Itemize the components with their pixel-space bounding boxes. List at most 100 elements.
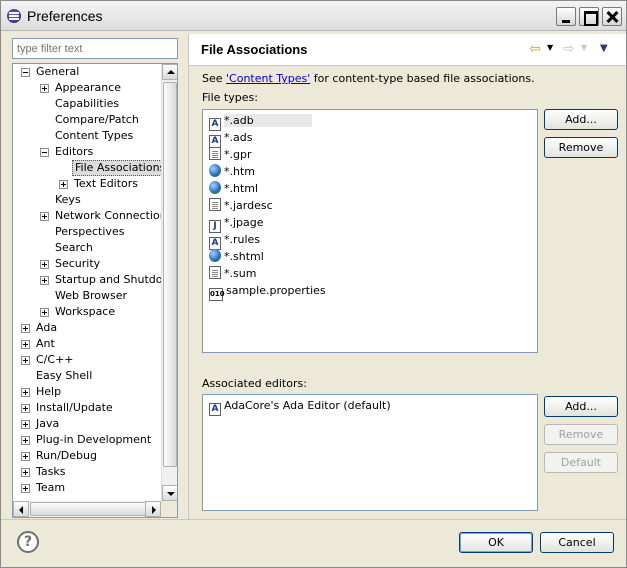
list-item[interactable]: A *.adb: [209, 112, 312, 131]
tree-item[interactable]: Network Connections: [13, 208, 161, 224]
list-item[interactable]: A *.ads: [209, 129, 252, 148]
collapse-icon[interactable]: [21, 68, 30, 77]
tree-item[interactable]: Perspectives: [13, 224, 161, 240]
list-item[interactable]: *.html: [209, 180, 258, 197]
list-item[interactable]: *.gpr: [209, 146, 251, 163]
tree-item[interactable]: Keys: [13, 192, 161, 208]
list-item[interactable]: 010sample.properties: [209, 282, 326, 301]
tree-vertical-scrollbar[interactable]: [161, 64, 177, 501]
tree-item[interactable]: Security: [13, 256, 161, 272]
expand-icon[interactable]: [21, 324, 30, 333]
add-file-type-label: Add...: [565, 113, 597, 126]
tree-item[interactable]: C/C++: [13, 352, 161, 368]
preference-tree[interactable]: General Appearance Capabilities Compare/Pat…: [12, 63, 178, 518]
tree-item[interactable]: Ada: [13, 320, 161, 336]
tree-item[interactable]: Text Editors: [13, 176, 161, 192]
list-item[interactable]: *.shtml: [209, 248, 264, 265]
tree-item[interactable]: Help: [13, 384, 161, 400]
close-button[interactable]: [602, 7, 622, 26]
add-file-type-button[interactable]: Add...: [544, 109, 618, 130]
list-item[interactable]: A *.rules: [209, 231, 260, 250]
list-item[interactable]: *.jardesc: [209, 197, 273, 214]
scroll-left-button[interactable]: [13, 501, 29, 517]
cancel-button[interactable]: Cancel: [540, 532, 614, 553]
tree-item[interactable]: Web Browser: [13, 288, 161, 304]
tree-item[interactable]: General: [13, 64, 161, 80]
tree-horizontal-scrollbar[interactable]: [13, 501, 161, 517]
tree-item[interactable]: Java: [13, 416, 161, 432]
expand-icon[interactable]: [21, 388, 30, 397]
page-header: File Associations ⇦ ▼ ⇨ ▼ ▼: [189, 34, 626, 66]
expand-icon[interactable]: [40, 276, 49, 285]
tree-item-label: Easy Shell: [36, 369, 93, 382]
back-arrow-icon[interactable]: ⇦: [529, 41, 541, 57]
scroll-up-button[interactable]: [162, 64, 177, 80]
ok-button[interactable]: OK: [459, 532, 533, 553]
tree-item[interactable]: Content Types: [13, 128, 161, 144]
scroll-right-button[interactable]: [145, 501, 161, 517]
tree-item[interactable]: Editors: [13, 144, 161, 160]
horizontal-scroll-thumb[interactable]: [30, 502, 148, 516]
minimize-button[interactable]: [556, 7, 576, 26]
view-menu-icon[interactable]: ▼: [600, 43, 608, 54]
tree-item[interactable]: Workspace: [13, 304, 161, 320]
tree-item-label: Ada: [36, 321, 58, 334]
tree-item[interactable]: Capabilities: [13, 96, 161, 112]
expand-icon[interactable]: [21, 484, 30, 493]
expand-icon[interactable]: [21, 356, 30, 365]
expand-icon[interactable]: [21, 404, 30, 413]
expand-icon[interactable]: [59, 180, 68, 189]
scroll-down-button[interactable]: [162, 485, 177, 501]
expand-icon[interactable]: [21, 420, 30, 429]
text-file-icon: [209, 147, 221, 160]
expand-icon[interactable]: [21, 340, 30, 349]
tree-item-label: Startup and Shutdown: [55, 273, 161, 286]
arrow-down-icon: [167, 492, 175, 496]
tree-item[interactable]: Install/Update: [13, 400, 161, 416]
tree-item-label: Text Editors: [74, 177, 139, 190]
remove-file-type-button[interactable]: Remove: [544, 137, 618, 158]
list-item[interactable]: A AdaCore's Ada Editor (default): [209, 397, 391, 416]
tree-item[interactable]: Team: [13, 480, 161, 496]
tree-item[interactable]: Startup and Shutdown: [13, 272, 161, 288]
tree-item[interactable]: Easy Shell: [13, 368, 161, 384]
scroll-thumb[interactable]: [163, 82, 177, 467]
remove-editor-button[interactable]: Remove: [544, 424, 618, 445]
window-title: Preferences: [27, 8, 103, 24]
list-item[interactable]: *.htm: [209, 163, 255, 180]
tree-item-label: Run/Debug: [36, 449, 97, 462]
expand-icon[interactable]: [21, 436, 30, 445]
list-item[interactable]: *.sum: [209, 265, 256, 282]
associated-editors-list[interactable]: A AdaCore's Ada Editor (default): [202, 394, 538, 511]
tree-item[interactable]: Plug-in Development: [13, 432, 161, 448]
add-editor-button[interactable]: Add...: [544, 396, 618, 417]
tree-item[interactable]: Tasks: [13, 464, 161, 480]
list-item[interactable]: J *.jpage: [209, 214, 264, 233]
expand-icon[interactable]: [21, 452, 30, 461]
content-types-link[interactable]: 'Content Types': [226, 72, 310, 85]
tree-item[interactable]: Run/Debug: [13, 448, 161, 464]
expand-icon[interactable]: [40, 260, 49, 269]
back-dropdown-icon[interactable]: ▼: [547, 43, 553, 52]
tree-content: General Appearance Capabilities Compare/Pat…: [13, 64, 161, 501]
tree-item[interactable]: Appearance: [13, 80, 161, 96]
tree-item[interactable]: Search: [13, 240, 161, 256]
tree-item[interactable]: File Associations: [13, 160, 161, 176]
maximize-button[interactable]: [579, 7, 599, 26]
tree-item[interactable]: Ant: [13, 336, 161, 352]
expand-icon[interactable]: [40, 308, 49, 317]
filter-input[interactable]: [12, 38, 178, 59]
expand-icon[interactable]: [40, 212, 49, 221]
panel-splitter[interactable]: [188, 34, 189, 519]
tree-item-label: Team: [36, 481, 66, 494]
collapse-icon[interactable]: [40, 148, 49, 157]
help-icon[interactable]: ?: [17, 531, 39, 553]
forward-dropdown-icon: ▼: [581, 43, 588, 52]
expand-icon[interactable]: [40, 84, 49, 93]
file-types-list[interactable]: A *.adb A *.ads *.gpr *.htm *.html *.jardesc J *.…: [202, 109, 538, 353]
default-editor-button[interactable]: Default: [544, 452, 618, 473]
list-item-label: *.sum: [224, 267, 257, 280]
tree-item-label: Compare/Patch: [55, 113, 139, 126]
expand-icon[interactable]: [21, 468, 30, 477]
tree-item[interactable]: Compare/Patch: [13, 112, 161, 128]
